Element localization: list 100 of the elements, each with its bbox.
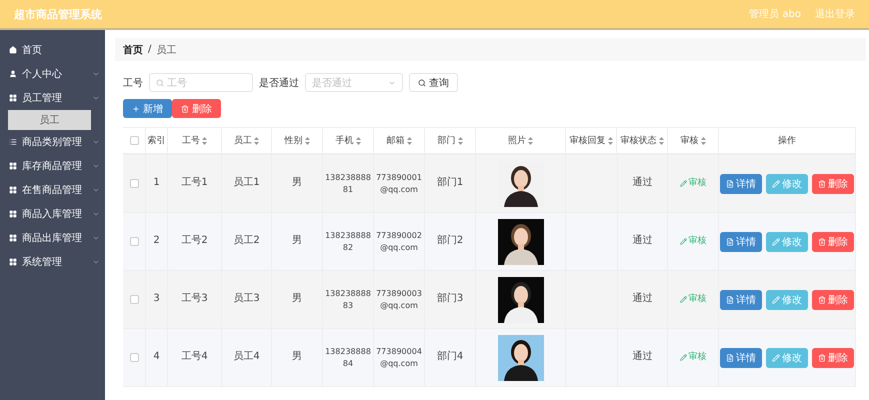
detail-button[interactable]: 详情 bbox=[720, 174, 762, 194]
breadcrumb-separator: / bbox=[148, 44, 152, 55]
grid-icon bbox=[9, 162, 17, 170]
user-icon bbox=[9, 70, 17, 78]
table-cell: 男 bbox=[272, 155, 323, 212]
checkbox[interactable] bbox=[130, 295, 138, 304]
column-header[interactable]: 部门 bbox=[425, 128, 476, 154]
sort-icon[interactable] bbox=[700, 136, 706, 144]
table-cell: 部门1 bbox=[425, 155, 476, 212]
sidebar-item[interactable]: 商品入库管理 bbox=[0, 202, 105, 226]
table-cell: 员工4 bbox=[222, 329, 272, 386]
sidebar-subitem[interactable]: 员工 bbox=[8, 110, 91, 130]
sort-icon[interactable] bbox=[608, 136, 612, 144]
table-cell: 工号4 bbox=[168, 329, 222, 386]
table-cell: 13823888882 bbox=[323, 213, 374, 270]
document-icon bbox=[726, 238, 734, 246]
pencil-icon bbox=[772, 180, 780, 188]
table-cell: 通过 bbox=[617, 155, 668, 212]
sort-icon[interactable] bbox=[406, 136, 412, 144]
plus-icon bbox=[132, 104, 140, 112]
grid-icon bbox=[9, 210, 17, 218]
pencil-icon bbox=[772, 238, 780, 246]
column-header[interactable]: 审核 bbox=[668, 128, 719, 154]
sort-icon[interactable] bbox=[458, 136, 462, 144]
table-cell: 1 bbox=[146, 155, 168, 212]
column-header[interactable]: 照片 bbox=[476, 128, 566, 154]
pencil-icon bbox=[772, 296, 780, 304]
trash-icon bbox=[818, 238, 826, 246]
checkbox[interactable] bbox=[130, 237, 138, 246]
sidebar-item[interactable]: 商品类别管理 bbox=[0, 130, 105, 154]
table-cell: 13823888881 bbox=[323, 155, 374, 212]
breadcrumb-link[interactable]: 首页 bbox=[123, 42, 143, 56]
detail-button[interactable]: 详情 bbox=[720, 290, 762, 310]
sidebar-item[interactable]: 个人中心 bbox=[0, 62, 105, 86]
table-cell: 工号1 bbox=[168, 155, 222, 212]
column-header[interactable]: 邮箱 bbox=[374, 128, 425, 154]
trash-icon bbox=[818, 354, 826, 362]
trash-icon bbox=[818, 296, 826, 304]
pencil-icon bbox=[772, 354, 780, 362]
checkbox[interactable] bbox=[130, 136, 138, 145]
sidebar-item[interactable]: 在售商品管理 bbox=[0, 178, 105, 202]
document-icon bbox=[726, 354, 734, 362]
table-cell: 773890001@qq.com bbox=[374, 155, 425, 212]
grid-icon bbox=[9, 258, 17, 266]
column-header[interactable]: 员工 bbox=[222, 128, 272, 154]
pencil-icon bbox=[680, 238, 686, 245]
grid-icon bbox=[9, 186, 17, 194]
column-header[interactable]: 性别 bbox=[272, 128, 323, 154]
sidebar-item[interactable]: 商品出库管理 bbox=[0, 226, 105, 250]
sidebar-item[interactable]: 系统管理 bbox=[0, 250, 105, 274]
sort-icon[interactable] bbox=[356, 136, 360, 144]
table-cell: 4 bbox=[146, 329, 168, 386]
document-icon bbox=[726, 296, 734, 304]
detail-button[interactable]: 详情 bbox=[720, 232, 762, 252]
sort-icon[interactable] bbox=[528, 136, 533, 144]
home-icon bbox=[9, 46, 17, 54]
list-icon bbox=[9, 138, 17, 146]
delete-button[interactable]: 删除 bbox=[812, 232, 854, 252]
column-header: 操作 bbox=[719, 128, 856, 154]
field-label: 工号 bbox=[123, 76, 143, 90]
column-header[interactable]: 工号 bbox=[168, 128, 222, 154]
table-cell: 773890002@qq.com bbox=[374, 213, 425, 270]
sort-icon[interactable] bbox=[254, 136, 259, 144]
pencil-icon bbox=[680, 354, 686, 361]
table-cell: 773890003@qq.com bbox=[374, 271, 425, 328]
table-cell: 通过 bbox=[617, 271, 668, 328]
table-cell: 3 bbox=[146, 271, 168, 328]
column-header: 索引 bbox=[146, 128, 168, 154]
column-header[interactable]: 手机 bbox=[323, 128, 374, 154]
table-cell: 男 bbox=[272, 329, 323, 386]
checkbox[interactable] bbox=[130, 353, 138, 362]
table-cell: 员工3 bbox=[222, 271, 272, 328]
field-label: 是否通过 bbox=[259, 76, 299, 90]
table-cell: 员工1 bbox=[222, 155, 272, 212]
search-button[interactable]: 查询 bbox=[409, 73, 458, 92]
sort-icon[interactable] bbox=[658, 136, 664, 144]
delete-button[interactable]: 删除 bbox=[812, 348, 854, 368]
table-cell: 部门3 bbox=[425, 271, 476, 328]
search-icon bbox=[418, 78, 426, 86]
add-button[interactable]: 新增 bbox=[123, 99, 172, 118]
table-cell: 2 bbox=[146, 213, 168, 270]
trash-icon bbox=[181, 104, 189, 112]
delete-button[interactable]: 删除 bbox=[812, 290, 854, 310]
checkbox[interactable] bbox=[130, 179, 138, 188]
app-title: 超市商品管理系统 bbox=[14, 6, 102, 22]
sidebar-item[interactable]: 员工管理 bbox=[0, 86, 105, 110]
sidebar-item[interactable]: 首页 bbox=[0, 38, 105, 62]
column-header[interactable]: 审核回复 bbox=[566, 128, 617, 154]
sort-icon[interactable] bbox=[202, 136, 207, 144]
table-cell: 男 bbox=[272, 213, 323, 270]
sort-icon[interactable] bbox=[304, 136, 310, 144]
column-header[interactable]: 审核状态 bbox=[617, 128, 668, 154]
delete-button[interactable]: 删除 bbox=[172, 99, 221, 118]
sidebar-item[interactable]: 库存商品管理 bbox=[0, 154, 105, 178]
grid-icon bbox=[9, 94, 17, 102]
table-cell: 部门4 bbox=[425, 329, 476, 386]
delete-button[interactable]: 删除 bbox=[812, 174, 854, 194]
detail-button[interactable]: 详情 bbox=[720, 348, 762, 368]
table-cell: 员工2 bbox=[222, 213, 272, 270]
grid-icon bbox=[9, 234, 17, 242]
